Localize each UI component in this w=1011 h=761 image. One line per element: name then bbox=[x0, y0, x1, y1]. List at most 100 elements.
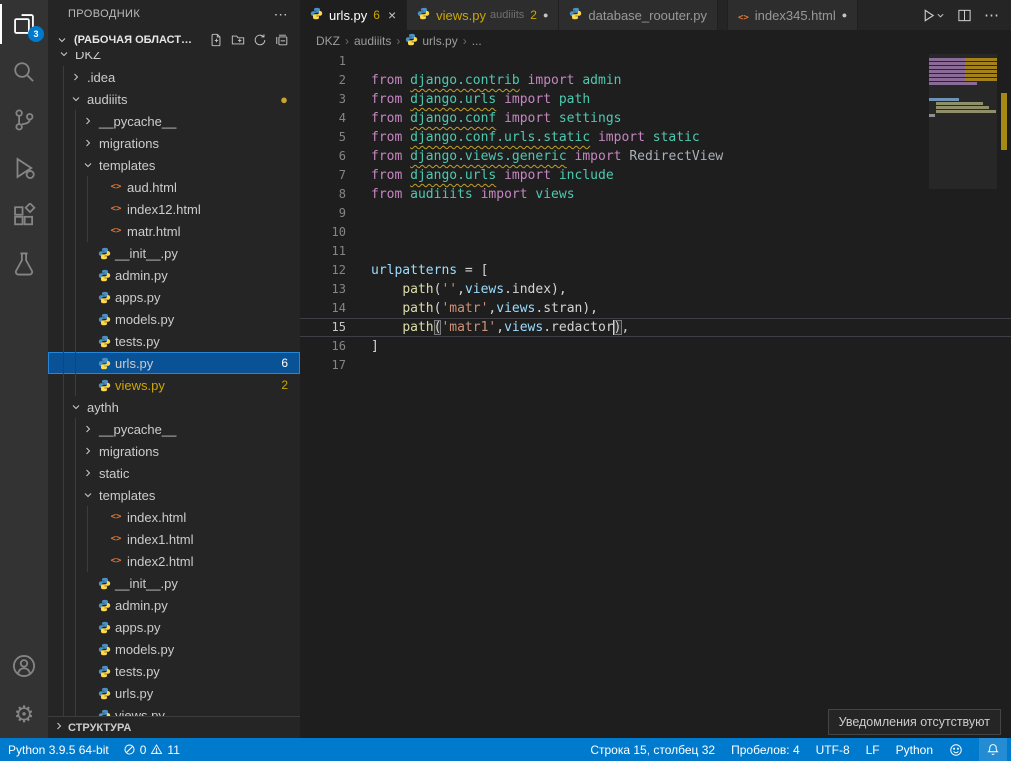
minimap-warning-mark bbox=[965, 66, 997, 69]
tree-item-migrations[interactable]: migrations bbox=[48, 132, 300, 154]
tree-item-index12-html[interactable]: <>index12.html bbox=[48, 198, 300, 220]
code-line-9[interactable]: 9 bbox=[300, 204, 1011, 223]
problems-indicator[interactable]: 011 bbox=[123, 743, 180, 757]
tree-item-urls-py[interactable]: urls.py6 bbox=[48, 352, 300, 374]
code-line-12[interactable]: 12urlpatterns = [ bbox=[300, 261, 1011, 280]
tab-database-roouter-py[interactable]: database_roouter.py bbox=[559, 0, 718, 30]
tree-item-index1-html[interactable]: <>index1.html bbox=[48, 528, 300, 550]
new-folder-icon[interactable] bbox=[228, 30, 248, 50]
tree-item-views-py[interactable]: views.py bbox=[48, 704, 300, 716]
tree-item-tests-py[interactable]: tests.py bbox=[48, 660, 300, 682]
code-line-3[interactable]: 3from django.urls import path bbox=[300, 90, 1011, 109]
code-line-8[interactable]: 8from audiiits import views bbox=[300, 185, 1011, 204]
breadcrumb-item-[interactable]: ... bbox=[472, 34, 482, 48]
tree-item-models-py[interactable]: models.py bbox=[48, 638, 300, 660]
account-icon[interactable] bbox=[0, 642, 48, 690]
minimap[interactable] bbox=[929, 54, 997, 734]
tree-item-label: __init__.py bbox=[115, 246, 178, 261]
tree-item-views-py[interactable]: views.py2 bbox=[48, 374, 300, 396]
refresh-icon[interactable] bbox=[250, 30, 270, 50]
tab-urls-py[interactable]: urls.py6× bbox=[300, 0, 407, 30]
tree-item-migrations[interactable]: migrations bbox=[48, 440, 300, 462]
language-mode-status[interactable]: Python bbox=[896, 743, 933, 757]
tab-index345-html[interactable]: <>index345.html● bbox=[727, 0, 858, 30]
tree-item-label: admin.py bbox=[115, 598, 168, 613]
code-line-15[interactable]: 15 path('matr1',views.redactor), bbox=[300, 318, 1011, 337]
collapse-all-icon[interactable] bbox=[272, 30, 292, 50]
tree-item-pycache[interactable]: __pycache__ bbox=[48, 418, 300, 440]
tree-item-pycache[interactable]: __pycache__ bbox=[48, 110, 300, 132]
code-content: from django.conf import settings bbox=[371, 109, 621, 128]
code-line-7[interactable]: 7from django.urls import include bbox=[300, 166, 1011, 185]
code-line-2[interactable]: 2from django.contrib import admin bbox=[300, 71, 1011, 90]
run-debug-icon[interactable] bbox=[0, 144, 48, 192]
tree-item-label: templates bbox=[99, 488, 155, 503]
tree-item-static[interactable]: static bbox=[48, 462, 300, 484]
tree-item-urls-py[interactable]: urls.py bbox=[48, 682, 300, 704]
tree-item-index-html[interactable]: <>index.html bbox=[48, 506, 300, 528]
tree-item-matr-html[interactable]: <>matr.html bbox=[48, 220, 300, 242]
new-file-icon[interactable] bbox=[206, 30, 226, 50]
modified-dot: ● bbox=[280, 93, 288, 106]
feedback-icon[interactable] bbox=[949, 743, 963, 757]
workspace-section-header[interactable]: (РАБОЧАЯ ОБЛАСТЬ) ... bbox=[48, 28, 300, 52]
run-button[interactable] bbox=[921, 8, 945, 23]
sidebar-more-actions-icon[interactable]: ⋯ bbox=[274, 6, 288, 23]
tree-item-tests-py[interactable]: tests.py bbox=[48, 330, 300, 352]
breadcrumb-item-urls-py[interactable]: urls.py bbox=[405, 33, 457, 49]
settings-gear-icon[interactable]: ⚙ bbox=[0, 690, 48, 738]
cursor-position-status[interactable]: Строка 15, столбец 32 bbox=[590, 743, 715, 757]
code-line-13[interactable]: 13 path('',views.index), bbox=[300, 280, 1011, 299]
code-line-10[interactable]: 10 bbox=[300, 223, 1011, 242]
tree-item-audiiits[interactable]: audiiits● bbox=[48, 88, 300, 110]
tree-item-dkz[interactable]: DKZ bbox=[48, 52, 300, 66]
python-interpreter-status[interactable]: Python 3.9.5 64-bit bbox=[8, 743, 109, 757]
tree-item-aythh[interactable]: aythh bbox=[48, 396, 300, 418]
tab-views-py[interactable]: views.pyaudiiits2● bbox=[407, 0, 559, 30]
tree-item-models-py[interactable]: models.py bbox=[48, 308, 300, 330]
python-file-icon bbox=[96, 335, 112, 348]
vertical-scrollbar[interactable] bbox=[997, 52, 1011, 738]
encoding-status[interactable]: UTF-8 bbox=[816, 743, 850, 757]
outline-section-header[interactable]: СТРУКТУРА bbox=[48, 716, 300, 738]
breadcrumb-item-audiiits[interactable]: audiiits bbox=[354, 34, 391, 48]
code-line-4[interactable]: 4from django.conf import settings bbox=[300, 109, 1011, 128]
code-line-17[interactable]: 17 bbox=[300, 356, 1011, 375]
code-content: path('',views.index), bbox=[371, 280, 567, 299]
split-editor-icon[interactable] bbox=[957, 8, 972, 23]
tree-item-index2-html[interactable]: <>index2.html bbox=[48, 550, 300, 572]
minimap-warning-mark bbox=[965, 78, 997, 81]
tree-item-apps-py[interactable]: apps.py bbox=[48, 286, 300, 308]
code-editor[interactable]: 12from django.contrib import admin3from … bbox=[300, 52, 1011, 738]
source-control-icon[interactable] bbox=[0, 96, 48, 144]
tree-item-apps-py[interactable]: apps.py bbox=[48, 616, 300, 638]
notifications-bell-icon[interactable] bbox=[979, 738, 1007, 761]
explorer-icon[interactable]: 3 bbox=[0, 0, 48, 48]
tree-item-admin-py[interactable]: admin.py bbox=[48, 264, 300, 286]
code-line-1[interactable]: 1 bbox=[300, 52, 1011, 71]
tree-item-label: admin.py bbox=[115, 268, 168, 283]
tree-item-templates[interactable]: templates bbox=[48, 154, 300, 176]
extensions-icon[interactable] bbox=[0, 192, 48, 240]
close-icon[interactable]: × bbox=[388, 7, 396, 23]
tree-item-label: templates bbox=[99, 158, 155, 173]
tree-item-templates[interactable]: templates bbox=[48, 484, 300, 506]
python-file-icon bbox=[96, 665, 112, 678]
code-line-5[interactable]: 5from django.conf.urls.static import sta… bbox=[300, 128, 1011, 147]
code-line-11[interactable]: 11 bbox=[300, 242, 1011, 261]
tree-item-aud-html[interactable]: <>aud.html bbox=[48, 176, 300, 198]
indentation-status[interactable]: Пробелов: 4 bbox=[731, 743, 800, 757]
tree-item-init-py[interactable]: __init__.py bbox=[48, 242, 300, 264]
line-number: 15 bbox=[300, 318, 346, 337]
code-line-14[interactable]: 14 path('matr',views.stran), bbox=[300, 299, 1011, 318]
code-line-6[interactable]: 6from django.views.generic import Redire… bbox=[300, 147, 1011, 166]
search-icon[interactable] bbox=[0, 48, 48, 96]
tree-item-init-py[interactable]: __init__.py bbox=[48, 572, 300, 594]
tree-item-admin-py[interactable]: admin.py bbox=[48, 594, 300, 616]
tree-item-idea[interactable]: .idea bbox=[48, 66, 300, 88]
code-line-16[interactable]: 16] bbox=[300, 337, 1011, 356]
editor-more-actions-icon[interactable]: ⋯ bbox=[984, 6, 999, 24]
eol-status[interactable]: LF bbox=[866, 743, 880, 757]
breadcrumb-item-dkz[interactable]: DKZ bbox=[316, 34, 340, 48]
testing-icon[interactable] bbox=[0, 240, 48, 288]
